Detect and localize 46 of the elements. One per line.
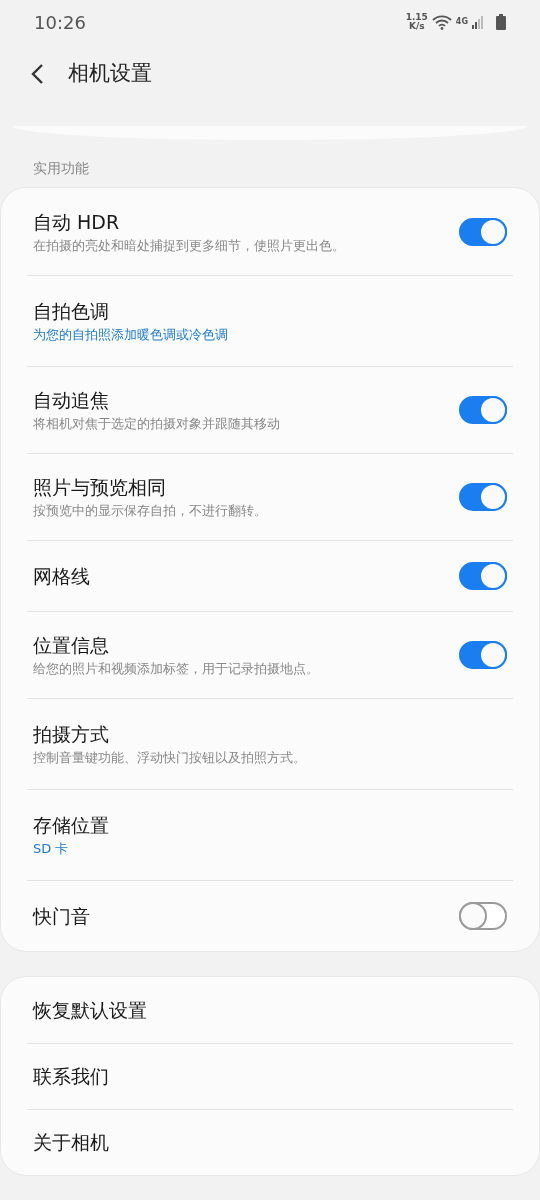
section-header: 实用功能 [32, 159, 90, 178]
toggle-switch[interactable] [459, 482, 507, 511]
settings-item[interactable]: 网格线 [1, 540, 539, 611]
network-speed: 1.15 K/s [405, 13, 428, 31]
item-value: SD 卡 [33, 840, 70, 858]
item-description: 按预览中的显示保存自拍，不进行翻转。 [33, 502, 267, 520]
toggle-switch[interactable] [459, 395, 507, 424]
settings-item[interactable]: 位置信息 给您的照片和视频添加标签，用于记录拍摄地点。 [1, 611, 539, 698]
item-description: 在拍摄的亮处和暗处捕捉到更多细节，使照片更出色。 [33, 237, 345, 255]
settings-item[interactable]: 照片与预览相同 按预览中的显示保存自拍，不进行翻转。 [1, 453, 539, 540]
network-type: 4G [455, 16, 468, 28]
signal-icon [472, 15, 484, 29]
item-title: 关于相机 [33, 1130, 109, 1155]
item-description: 将相机对焦于选定的拍摄对象并跟随其移动 [33, 415, 280, 433]
wifi-icon [431, 14, 452, 30]
item-title: 自拍色调 [33, 299, 110, 324]
item-value: 为您的自拍照添加暖色调或冷色调 [33, 326, 228, 344]
battery-icon [496, 14, 506, 30]
item-title: 恢复默认设置 [33, 998, 147, 1023]
settings-item[interactable]: 关于相机 [1, 1109, 539, 1175]
settings-item[interactable]: 恢复默认设置 [1, 977, 539, 1043]
back-icon[interactable] [30, 63, 44, 85]
item-title: 自动追焦 [33, 388, 110, 413]
settings-item[interactable]: 自动 HDR 在拍摄的亮处和暗处捕捉到更多细节，使照片更出色。 [1, 188, 539, 275]
item-title: 存储位置 [33, 813, 109, 838]
settings-item[interactable]: 自拍色调 为您的自拍照添加暖色调或冷色调 [1, 275, 539, 366]
toggle-switch[interactable] [459, 640, 507, 669]
item-title: 照片与预览相同 [33, 475, 167, 500]
page-title: 相机设置 [68, 60, 152, 88]
item-title: 网格线 [33, 564, 90, 589]
toggle-switch[interactable] [459, 217, 507, 246]
item-title: 位置信息 [33, 633, 110, 658]
settings-item[interactable]: 自动追焦 将相机对焦于选定的拍摄对象并跟随其移动 [1, 366, 539, 453]
item-title: 拍摄方式 [33, 722, 110, 747]
settings-item[interactable]: 快门音 [1, 880, 539, 951]
settings-item[interactable]: 拍摄方式 控制音量键功能、浮动快门按钮以及拍照方式。 [1, 698, 539, 789]
status-time: 10:26 [34, 10, 86, 35]
toggle-switch[interactable] [459, 562, 507, 590]
toggle-switch[interactable] [459, 902, 507, 930]
item-description: 控制音量键功能、浮动快门按钮以及拍照方式。 [33, 749, 306, 767]
item-title: 联系我们 [33, 1064, 109, 1089]
item-title: 快门音 [33, 904, 90, 929]
item-title: 自动 HDR [33, 210, 121, 235]
settings-item[interactable]: 存储位置 SD 卡 [1, 789, 539, 880]
settings-item[interactable]: 联系我们 [1, 1043, 539, 1109]
item-description: 给您的照片和视频添加标签，用于记录拍摄地点。 [33, 660, 319, 678]
